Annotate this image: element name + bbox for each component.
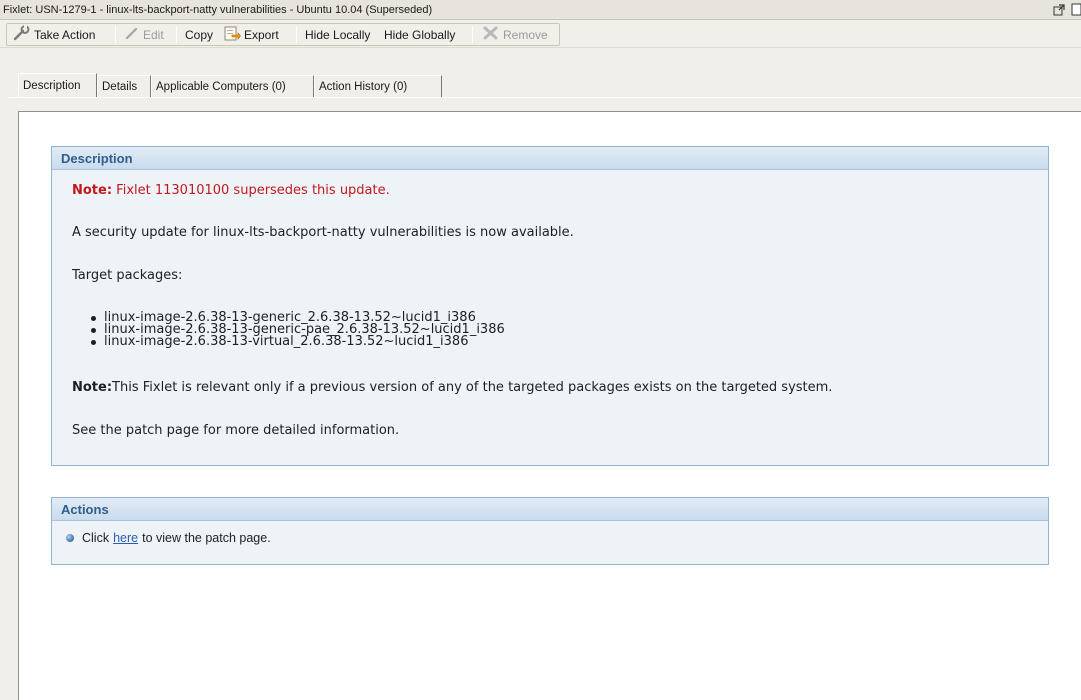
description-panel-header: Description <box>52 147 1048 170</box>
remove-x-icon <box>482 25 503 44</box>
patch-page-link[interactable]: here <box>113 531 138 545</box>
tab-content: Description Note: Fixlet 113010100 super… <box>8 98 1081 700</box>
relevance-note: Note:This Fixlet is relevant only if a p… <box>72 380 832 395</box>
toolbar-separator <box>472 26 473 43</box>
bullet-icon <box>91 340 96 345</box>
list-item: linux-image-2.6.38-13-virtual_2.6.38-13.… <box>91 334 505 349</box>
hide-globally-button[interactable]: Hide Globally <box>380 24 459 45</box>
hide-locally-label: Hide Locally <box>305 27 371 42</box>
remove-label: Remove <box>503 27 548 42</box>
take-action-label: Take Action <box>34 27 96 42</box>
pencil-icon <box>124 26 143 43</box>
wrench-icon <box>13 25 34 44</box>
edit-button[interactable]: Edit <box>120 24 168 45</box>
tab-action-history[interactable]: Action History (0) <box>314 75 442 97</box>
actions-panel: Actions Click here to view the patch pag… <box>51 497 1049 565</box>
tab-action-history-label: Action History (0) <box>319 81 408 93</box>
export-label: Export <box>244 27 279 42</box>
toolbar-separator <box>296 26 297 43</box>
toolbar-separator <box>176 26 177 43</box>
edit-label: Edit <box>143 27 164 42</box>
actions-panel-header: Actions <box>52 498 1048 521</box>
tab-description-label: Description <box>23 80 81 92</box>
title-bar: Fixlet: USN-1279-1 - linux-lts-backport-… <box>0 0 1081 20</box>
tab-applicable-computers[interactable]: Applicable Computers (0) <box>151 75 314 97</box>
bullet-icon <box>91 316 96 321</box>
superseded-note-text: Fixlet 113010100 supersedes this update. <box>112 183 390 198</box>
title-bar-icons <box>1051 3 1081 17</box>
export-button[interactable]: Export <box>219 24 283 45</box>
toolbar: Take Action Edit Copy Export Hide Locall… <box>0 21 1081 48</box>
tab-details-label: Details <box>102 81 138 93</box>
window-icon[interactable] <box>1071 3 1081 23</box>
see-patch-text: See the patch page for more detailed inf… <box>72 423 400 438</box>
export-icon <box>223 25 244 44</box>
copy-label: Copy <box>185 27 214 42</box>
action-prefix: Click <box>82 531 110 545</box>
fixlet-window: Fixlet: USN-1279-1 - linux-lts-backport-… <box>0 0 1081 700</box>
description-panel: Description Note: Fixlet 113010100 super… <box>51 146 1049 466</box>
relevance-note-text: This Fixlet is relevant only if a previo… <box>112 380 833 395</box>
bullet-icon <box>91 328 96 333</box>
summary-text: A security update for linux-lts-backport… <box>72 225 574 240</box>
hide-locally-button[interactable]: Hide Locally <box>301 24 374 45</box>
take-action-button[interactable]: Take Action <box>9 24 99 45</box>
superseded-note: Note: Fixlet 113010100 supersedes this u… <box>72 183 390 198</box>
action-bullet-icon <box>66 534 74 542</box>
action-suffix: to view the patch page. <box>142 531 271 545</box>
tab-applicable-computers-label: Applicable Computers (0) <box>156 81 286 93</box>
action-item: Click here to view the patch page. <box>66 531 271 545</box>
package-list: linux-image-2.6.38-13-generic_2.6.38-13.… <box>91 311 505 349</box>
remove-button[interactable]: Remove <box>478 24 552 45</box>
toolbar-separator <box>115 26 116 43</box>
target-packages-label: Target packages: <box>72 268 183 283</box>
tab-details[interactable]: Details <box>97 75 151 97</box>
superseded-note-label: Note: <box>72 183 113 198</box>
undock-icon[interactable] <box>1053 3 1066 23</box>
description-view: Description Note: Fixlet 113010100 super… <box>18 111 1081 700</box>
relevance-note-label: Note: <box>72 380 113 395</box>
package-name: linux-image-2.6.38-13-virtual_2.6.38-13.… <box>104 334 469 349</box>
window-title: Fixlet: USN-1279-1 - linux-lts-backport-… <box>3 4 433 16</box>
tab-description[interactable]: Description <box>18 73 97 97</box>
hide-globally-label: Hide Globally <box>384 27 456 42</box>
copy-button[interactable]: Copy <box>181 24 217 45</box>
